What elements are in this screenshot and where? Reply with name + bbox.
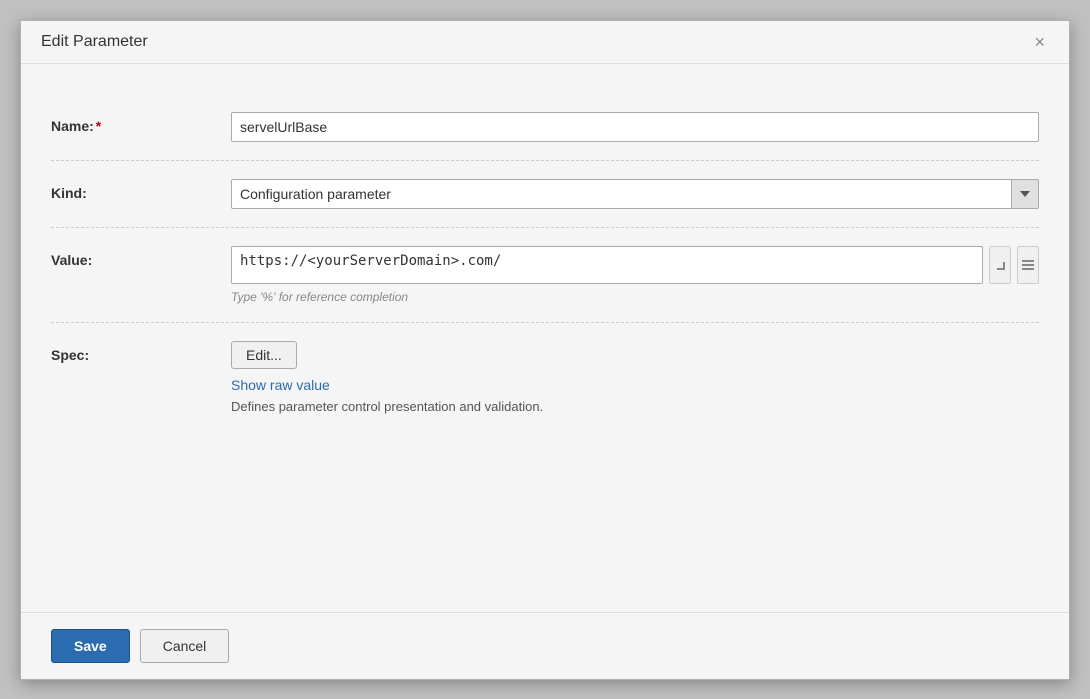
kind-row: Kind: Configuration parameterEnvironment… bbox=[51, 161, 1039, 228]
name-field bbox=[231, 112, 1039, 142]
spec-label: Spec: bbox=[51, 341, 231, 363]
kind-select[interactable]: Configuration parameterEnvironment varia… bbox=[231, 179, 1011, 209]
lines-icon bbox=[1022, 260, 1034, 270]
dialog-title: Edit Parameter bbox=[41, 33, 148, 51]
kind-select-wrapper: Configuration parameterEnvironment varia… bbox=[231, 179, 1039, 209]
cancel-button[interactable]: Cancel bbox=[140, 629, 230, 663]
value-field: Type '%' for reference completion bbox=[231, 246, 1039, 304]
show-raw-value-link[interactable]: Show raw value bbox=[231, 377, 330, 393]
resize-handle-icon[interactable] bbox=[989, 246, 1011, 284]
name-label: Name:* bbox=[51, 112, 231, 134]
resize-icon bbox=[993, 258, 1007, 272]
edit-parameter-dialog: Edit Parameter × Name:* Kind: Configurat… bbox=[20, 20, 1070, 680]
spec-field: Edit... Show raw value Defines parameter… bbox=[231, 341, 1039, 414]
required-indicator: * bbox=[96, 118, 101, 134]
spec-edit-button[interactable]: Edit... bbox=[231, 341, 297, 369]
name-row: Name:* bbox=[51, 94, 1039, 161]
value-textarea[interactable] bbox=[231, 246, 983, 284]
kind-field: Configuration parameterEnvironment varia… bbox=[231, 179, 1039, 209]
name-input[interactable] bbox=[231, 112, 1039, 142]
value-row: Value: Type '%' for referenc bbox=[51, 228, 1039, 323]
dialog-header: Edit Parameter × bbox=[21, 21, 1069, 64]
spec-row: Spec: Edit... Show raw value Defines par… bbox=[51, 323, 1039, 432]
kind-label: Kind: bbox=[51, 179, 231, 201]
spec-description: Defines parameter control presentation a… bbox=[231, 399, 543, 414]
multiline-toggle-button[interactable] bbox=[1017, 246, 1039, 284]
save-button[interactable]: Save bbox=[51, 629, 130, 663]
kind-dropdown-button[interactable] bbox=[1011, 179, 1039, 209]
dialog-body: Name:* Kind: Configuration parameterEnvi… bbox=[21, 64, 1069, 612]
close-button[interactable]: × bbox=[1030, 33, 1049, 51]
chevron-down-icon bbox=[1020, 191, 1030, 197]
value-hint: Type '%' for reference completion bbox=[231, 290, 1039, 304]
value-label: Value: bbox=[51, 246, 231, 268]
dialog-footer: Save Cancel bbox=[21, 612, 1069, 679]
value-input-wrapper bbox=[231, 246, 1039, 284]
